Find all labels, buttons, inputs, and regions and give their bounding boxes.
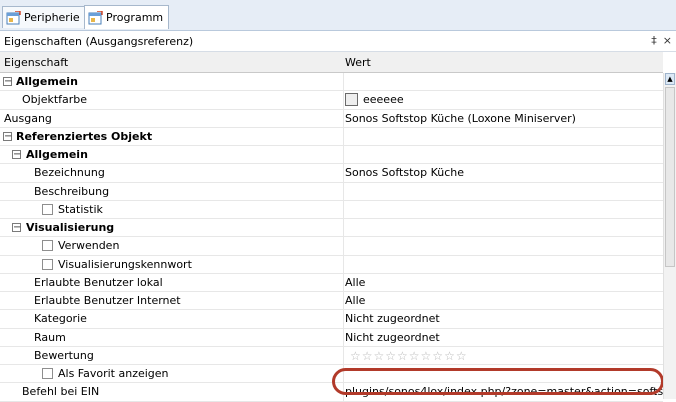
property-row[interactable]: Kategorie Nicht zugeordnet: [0, 310, 663, 329]
column-separator: [343, 182, 344, 200]
checkbox[interactable]: [42, 203, 53, 215]
checkbox[interactable]: [42, 258, 53, 270]
collapse-toggle-icon[interactable]: −: [12, 150, 21, 160]
property-row[interactable]: Bewertung ☆☆☆☆☆☆☆☆☆☆: [0, 346, 663, 365]
tab-bar: Peripherie Programm: [0, 0, 676, 31]
column-separator: [343, 328, 344, 346]
column-separator: [343, 127, 344, 145]
panel-title: Eigenschaften (Ausgangsreferenz): [4, 34, 194, 48]
highlight-ellipse: [332, 368, 664, 395]
color-swatch[interactable]: [345, 93, 358, 107]
property-row[interactable]: Erlaubte Benutzer Internet Alle: [0, 292, 663, 311]
property-row[interactable]: Erlaubte Benutzer lokal Alle: [0, 273, 663, 292]
close-icon[interactable]: ×: [663, 34, 672, 47]
tab-label: Programm: [106, 11, 164, 24]
category-row[interactable]: − Referenziertes Objekt: [0, 127, 663, 146]
vertical-scrollbar[interactable]: ▲: [663, 73, 676, 399]
checkbox-label: Als Favorit anzeigen: [58, 367, 169, 380]
column-header-property[interactable]: Eigenschaft: [4, 56, 68, 69]
column-separator: [343, 164, 344, 182]
checkbox[interactable]: [42, 368, 53, 379]
checkbox-label: Visualisierungskennwort: [58, 257, 192, 271]
property-name: Raum: [34, 330, 66, 344]
category-row[interactable]: − Allgemein: [0, 73, 663, 92]
category-label: Allgemein: [26, 148, 88, 161]
collapse-toggle-icon[interactable]: −: [3, 131, 12, 141]
property-value[interactable]: Nicht zugeordnet: [345, 331, 440, 344]
color-value: eeeeee: [363, 93, 404, 107]
column-separator: [343, 91, 344, 109]
property-row[interactable]: Objektfarbe eeeeee: [0, 91, 663, 110]
property-row[interactable]: Bezeichnung Sonos Softstop Küche: [0, 164, 663, 183]
column-separator: [343, 292, 344, 310]
panel-icon: [6, 9, 21, 25]
column-separator: [343, 146, 344, 164]
tab-label: Peripherie: [24, 11, 80, 24]
property-name: Befehl bei EIN: [22, 385, 100, 399]
property-name: Erlaubte Benutzer lokal: [34, 275, 163, 289]
column-header-value[interactable]: Wert: [345, 56, 371, 69]
checkbox-label: Verwenden: [58, 239, 120, 253]
column-separator: [343, 255, 344, 273]
property-value[interactable]: Sonos Softstop Küche (Loxone Miniserver): [345, 112, 576, 125]
properties-panel-title-bar: Eigenschaften (Ausgangsreferenz) ‡ ×: [0, 31, 676, 52]
property-name: Als Favorit anzeigen: [42, 367, 169, 380]
pin-icon[interactable]: ‡: [651, 34, 657, 47]
collapse-toggle-icon[interactable]: −: [12, 223, 21, 233]
column-separator: [343, 73, 344, 91]
rating-stars[interactable]: ☆☆☆☆☆☆☆☆☆☆: [350, 349, 468, 363]
property-name: Ausgang: [4, 111, 52, 125]
column-separator: [343, 200, 344, 218]
tab-programm[interactable]: Programm: [84, 5, 170, 29]
tab-peripherie[interactable]: Peripherie: [2, 6, 86, 28]
property-name: Objektfarbe: [22, 93, 88, 107]
property-row[interactable]: Visualisierungskennwort: [0, 255, 663, 274]
scroll-thumb[interactable]: [665, 87, 675, 267]
property-name: Erlaubte Benutzer Internet: [34, 294, 181, 307]
column-separator: [343, 219, 344, 237]
column-separator: [343, 346, 344, 364]
column-separator: [343, 237, 344, 255]
property-name: Bewertung: [34, 348, 94, 362]
grid-header: Eigenschaft Wert: [0, 52, 663, 73]
checkbox[interactable]: [42, 240, 53, 252]
property-name: Kategorie: [34, 312, 87, 326]
property-grid: − Allgemein Objektfarbe eeeeee Ausgang Sonos …: [0, 73, 676, 402]
property-value[interactable]: Nicht zugeordnet: [345, 312, 440, 325]
column-separator: [343, 273, 344, 291]
column-separator: [343, 310, 344, 328]
property-name: Beschreibung: [34, 184, 110, 198]
property-value[interactable]: Sonos Softstop Küche: [345, 166, 464, 179]
column-separator: [343, 109, 344, 127]
category-row[interactable]: − Allgemein: [0, 146, 663, 165]
property-name: Statistik: [42, 203, 103, 216]
property-row[interactable]: Ausgang Sonos Softstop Küche (Loxone Mini…: [0, 109, 663, 128]
property-row[interactable]: Statistik: [0, 200, 663, 219]
category-label: Allgemein: [16, 75, 78, 88]
property-name: Visualisierungskennwort: [42, 258, 192, 271]
collapse-toggle-icon[interactable]: −: [3, 77, 12, 87]
property-name: Verwenden: [42, 239, 119, 252]
category-label: Referenziertes Objekt: [16, 129, 153, 143]
property-row[interactable]: Raum Nicht zugeordnet: [0, 328, 663, 347]
category-label: Visualisierung: [26, 221, 115, 234]
property-value[interactable]: Alle: [345, 294, 365, 307]
scroll-up-icon[interactable]: ▲: [665, 73, 675, 85]
property-value[interactable]: Alle: [345, 276, 365, 289]
property-name: Bezeichnung: [34, 166, 105, 180]
property-row[interactable]: Verwenden: [0, 237, 663, 256]
category-row[interactable]: − Visualisierung: [0, 219, 663, 238]
checkbox-label: Statistik: [58, 202, 103, 216]
property-row[interactable]: Beschreibung: [0, 182, 663, 201]
panel-icon: [88, 9, 103, 25]
property-value[interactable]: eeeeee: [345, 93, 404, 107]
